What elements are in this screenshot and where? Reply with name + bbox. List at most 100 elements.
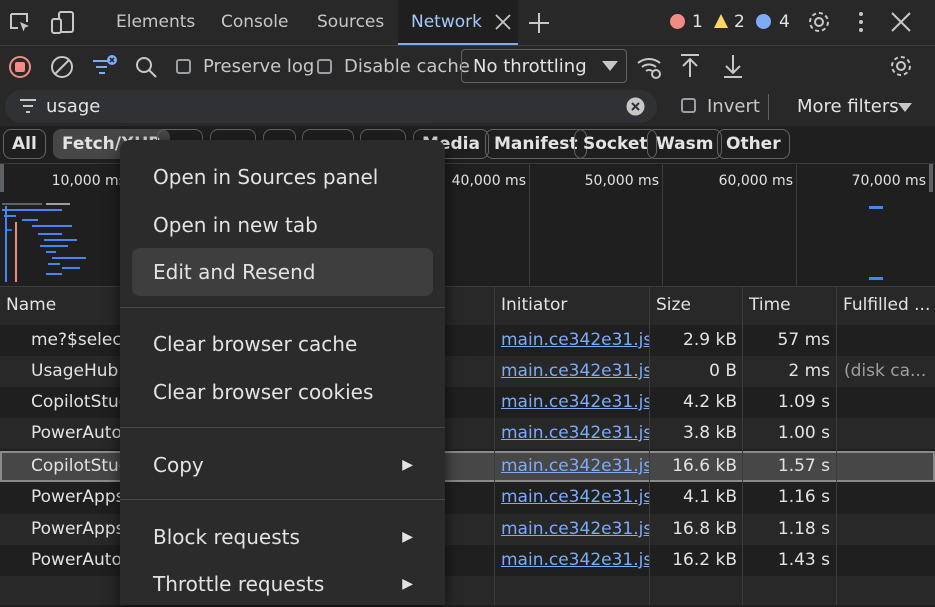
disable-cache-checkbox[interactable]: [317, 59, 332, 74]
column-divider[interactable]: [494, 286, 495, 605]
error-count-badge[interactable]: 1: [670, 12, 708, 32]
timeline-label: 70,000 ms: [851, 173, 926, 189]
request-fulfilled: [844, 325, 932, 356]
timeline-left-handle[interactable]: [0, 164, 4, 192]
request-name: UsageHub.j: [31, 361, 121, 381]
timeline-gridline: [796, 164, 797, 286]
network-conditions-wifi-icon[interactable]: [636, 53, 664, 81]
throttling-select[interactable]: No throttling: [461, 49, 627, 83]
clear-filter-icon[interactable]: [626, 97, 645, 116]
request-time: 2 ms: [788, 361, 830, 381]
menu-item-throttle-requests[interactable]: Throttle requests ▶: [132, 561, 433, 607]
request-size: 16.2 kB: [672, 550, 737, 570]
column-divider[interactable]: [742, 286, 743, 605]
more-filters-button[interactable]: More filters: [797, 96, 917, 120]
chip-socket[interactable]: Socket: [574, 129, 657, 159]
tab-network-label: Network: [411, 12, 482, 32]
info-icon: [756, 14, 771, 29]
invert-checkbox[interactable]: [681, 98, 696, 113]
column-header-initiator[interactable]: Initiator: [495, 287, 650, 325]
request-time: 1.00 s: [777, 423, 830, 443]
chip-wasm[interactable]: Wasm: [647, 129, 723, 159]
chip-manifest[interactable]: Manifest: [485, 129, 587, 159]
throttling-value: No throttling: [473, 56, 587, 77]
menu-item-copy-label: Copy: [153, 453, 204, 477]
tab-console[interactable]: Console: [221, 0, 289, 45]
request-bar: [869, 206, 883, 209]
timeline-label: 40,000 ms: [451, 173, 526, 189]
device-toolbar-icon[interactable]: [50, 10, 76, 36]
menu-item-copy[interactable]: Copy ▶: [132, 442, 433, 488]
import-har-upload-icon[interactable]: [679, 53, 701, 79]
column-header-fulfilled[interactable]: Fulfilled ...: [837, 287, 935, 325]
stop-recording-icon[interactable]: [8, 55, 32, 79]
clear-icon[interactable]: [50, 55, 74, 79]
devtools-tab-bar: Elements Console Sources Network 1 2 4: [0, 0, 935, 46]
network-settings-gear-icon[interactable]: [888, 53, 914, 79]
initiator-link[interactable]: main.ce342e31.js:2: [501, 387, 649, 418]
tab-network[interactable]: Network: [398, 0, 518, 45]
menu-item-clear-browser-cookies[interactable]: Clear browser cookies: [132, 369, 433, 415]
filter-input[interactable]: usage: [5, 90, 657, 123]
tab-sources[interactable]: Sources: [317, 0, 384, 45]
submenu-arrow-icon: ▶: [402, 457, 413, 473]
preserve-log-label: Preserve log: [203, 56, 315, 77]
request-fulfilled: [844, 514, 932, 545]
menu-separator: [120, 427, 445, 428]
close-tab-icon[interactable]: [494, 13, 512, 31]
request-fulfilled: [844, 418, 932, 449]
initiator-link[interactable]: main.ce342e31.js:2: [501, 482, 649, 513]
column-header-time[interactable]: Time: [743, 287, 837, 325]
request-fulfilled: [844, 482, 932, 513]
column-divider[interactable]: [836, 286, 837, 605]
invert-label: Invert: [707, 96, 760, 117]
submenu-arrow-icon: ▶: [402, 529, 413, 545]
request-size: 4.2 kB: [683, 392, 737, 412]
settings-gear-icon[interactable]: [806, 9, 832, 35]
context-menu: Open in Sources panel Open in new tab Ed…: [120, 140, 445, 605]
menu-separator: [120, 499, 445, 500]
dropdown-triangle-icon: [602, 61, 618, 71]
column-divider[interactable]: [649, 286, 650, 605]
initiator-link[interactable]: main.ce342e31.js:2: [501, 451, 649, 482]
menu-item-edit-and-resend[interactable]: Edit and Resend: [132, 248, 433, 296]
timeline-label: 50,000 ms: [584, 173, 659, 189]
timeline-right-handle[interactable]: [929, 164, 933, 192]
initiator-link[interactable]: main.ce342e31.js:2: [501, 514, 649, 545]
column-header-name[interactable]: Name: [0, 287, 120, 325]
filter-toggle-icon[interactable]: [91, 53, 119, 79]
request-size: 0 B: [709, 361, 737, 381]
request-time: 1.57 s: [777, 456, 830, 476]
initiator-link[interactable]: main.ce342e31.js:2: [501, 325, 649, 356]
tab-elements[interactable]: Elements: [116, 0, 195, 45]
warning-count-badge[interactable]: 2: [713, 12, 751, 32]
request-fulfilled: [844, 545, 932, 576]
menu-item-throttle-label: Throttle requests: [153, 572, 325, 596]
more-options-icon[interactable]: [851, 11, 871, 33]
menu-item-clear-browser-cache[interactable]: Clear browser cache: [132, 321, 433, 367]
menu-item-open-in-new-tab[interactable]: Open in new tab: [132, 202, 433, 248]
preserve-log-checkbox[interactable]: [176, 59, 191, 74]
menu-item-block-label: Block requests: [153, 525, 300, 549]
menu-item-block-requests[interactable]: Block requests ▶: [132, 514, 433, 560]
chip-other[interactable]: Other: [717, 129, 790, 159]
initiator-link[interactable]: main.ce342e31.js:2: [501, 356, 649, 387]
column-header-size[interactable]: Size: [650, 287, 743, 325]
message-count-badge[interactable]: 4: [756, 12, 794, 32]
inspect-element-icon[interactable]: [8, 11, 32, 35]
menu-item-open-in-sources[interactable]: Open in Sources panel: [132, 154, 433, 200]
menu-separator: [120, 307, 445, 308]
more-tabs-plus-icon[interactable]: [528, 12, 550, 34]
export-har-download-icon[interactable]: [722, 53, 744, 79]
close-devtools-icon[interactable]: [890, 11, 912, 33]
initiator-link[interactable]: main.ce342e31.js:2: [501, 418, 649, 449]
request-waterfall-bars: [2, 202, 120, 282]
initiator-link[interactable]: main.ce342e31.js:2: [501, 545, 649, 576]
request-name: PowerApps: [31, 487, 121, 507]
search-icon[interactable]: [134, 55, 158, 79]
request-bar: [869, 277, 883, 280]
request-name: CopilotStuc: [31, 456, 121, 476]
request-name: PowerApps: [31, 519, 121, 539]
timeline-gridline: [662, 164, 663, 286]
chip-all[interactable]: All: [3, 129, 46, 159]
